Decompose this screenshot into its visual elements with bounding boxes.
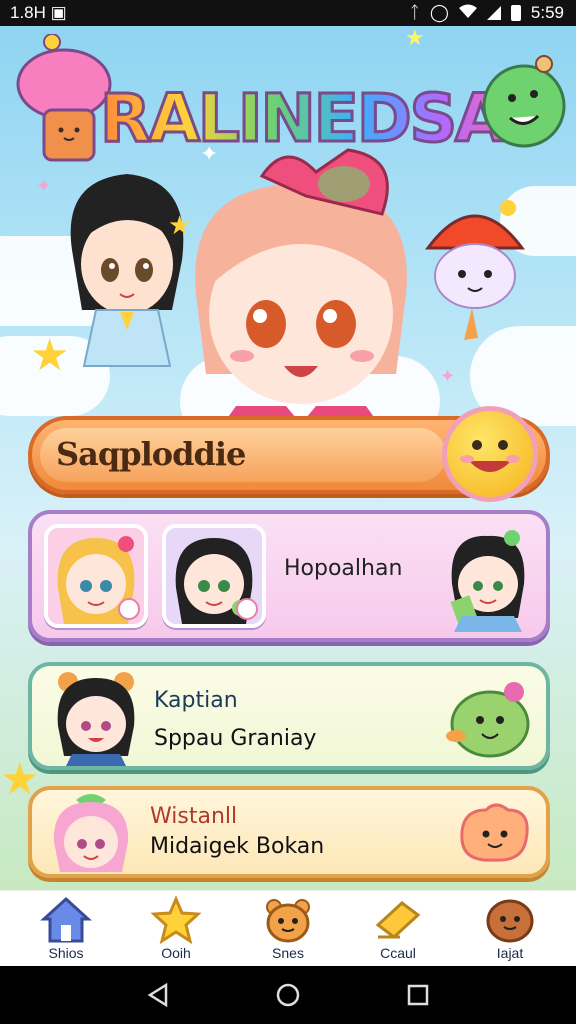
smiley-face-icon[interactable] [442, 406, 538, 502]
sparkle-icon: ✦ [440, 366, 456, 387]
pink-hair-girl-illustration [195, 148, 407, 434]
card-title: Hopoalhan [284, 556, 403, 581]
system-navigation-bar [0, 966, 576, 1024]
badge-icon [236, 598, 258, 620]
search-label: Saqploddie [56, 435, 246, 473]
potato-face-icon [486, 899, 534, 943]
bear-face-icon [266, 899, 310, 943]
nav-item-home[interactable]: Shios [26, 895, 106, 965]
nav-label: Shios [48, 945, 84, 961]
bear-ear-girl-illustration [57, 672, 135, 766]
nav-label: Ccaul [380, 945, 416, 961]
nav-item-potato[interactable]: Iajat [470, 895, 550, 965]
signal-icon [486, 6, 501, 20]
nav-item-ticket[interactable]: Ccaul [358, 895, 438, 965]
status-left: 1.8H ▣ [10, 3, 67, 23]
nav-label: Ooih [161, 945, 191, 961]
cat-ear-girl-illustration [450, 530, 525, 632]
home-circle-icon[interactable] [276, 983, 300, 1007]
gallery-icon: ▣ [50, 3, 67, 22]
status-right: ᛏ ◯ 5:59 [410, 3, 564, 23]
nav-item-star[interactable]: Ooih [136, 895, 216, 965]
sparkle-icon: ✦ [36, 176, 52, 197]
character-card-2[interactable]: Kaptian Sppau Graniay [28, 662, 550, 770]
status-left-text: 1.8H [10, 3, 46, 22]
bottom-navigation: Shios Ooih Snes Ccaul Iajat [0, 890, 576, 966]
badge-icon [118, 598, 140, 620]
card-subtitle: Midaigek Bokan [150, 834, 325, 859]
card-title: Kaptian [154, 688, 238, 713]
vibrate-icon: ◯ [429, 3, 449, 22]
ticket-icon [375, 901, 421, 939]
wifi-icon [458, 3, 477, 23]
app-screen: ★ ✦ ✦ ✦ ★ ★ RALINEDSAI ★ [0, 26, 576, 890]
character-card-3[interactable]: Wistanll Midaigek Bokan [28, 786, 550, 878]
bluetooth-icon: ᛏ [409, 3, 420, 22]
status-bar: 1.8H ▣ ᛏ ◯ 5:59 [0, 0, 576, 26]
card-thumbnail[interactable] [44, 524, 148, 628]
status-time: 5:59 [530, 3, 564, 22]
green-blob-mascot-icon [446, 682, 530, 758]
house-icon [40, 896, 92, 943]
character-card-1[interactable]: Hopoalhan [28, 510, 550, 642]
nav-label: Iajat [496, 945, 524, 961]
sparkle-icon: ★ [405, 26, 425, 51]
dino-mascot-icon [482, 55, 566, 148]
card-title: Wistanll [150, 804, 238, 829]
mushroom-creature-illustration [425, 200, 525, 340]
nav-item-bear[interactable]: Snes [248, 895, 328, 965]
card-subtitle: Sppau Graniay [154, 726, 317, 751]
star-icon [150, 895, 202, 945]
battery-icon [510, 5, 521, 21]
recents-icon[interactable] [406, 983, 430, 1007]
peach-blob-mascot-icon [460, 803, 529, 862]
search-bar[interactable]: Saqploddie [28, 406, 550, 502]
pink-hair-girl-avatar-icon [53, 794, 129, 872]
back-icon[interactable] [146, 983, 170, 1007]
card-thumbnail[interactable] [162, 524, 266, 628]
nav-label: Snes [272, 945, 304, 961]
